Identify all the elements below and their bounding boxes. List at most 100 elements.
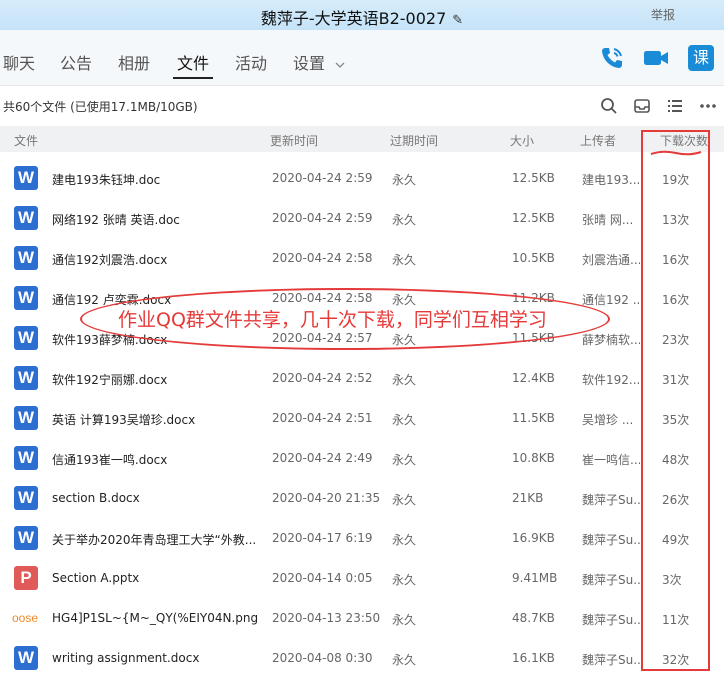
title-bar: 魏萍子-大学英语B2-0027 ✎ 举报 <box>0 0 724 30</box>
file-size: 12.5KB <box>512 171 555 185</box>
file-updated: 2020-04-24 2:51 <box>272 411 373 425</box>
file-row[interactable]: W 英语 计算193吴增珍.docx 2020-04-24 2:51 永久 11.5KB… <box>0 398 724 438</box>
file-expires: 永久 <box>392 173 417 187</box>
edit-name-icon[interactable]: ✎ <box>452 13 463 28</box>
column-size[interactable]: 大小 <box>510 132 534 149</box>
file-name[interactable]: 网络192 张晴 英语.doc <box>52 211 262 228</box>
file-expires: 永久 <box>392 613 417 627</box>
file-uploader: 建电193... <box>582 173 640 187</box>
file-expires: 永久 <box>392 413 417 427</box>
file-updated: 2020-04-08 0:30 <box>272 651 373 665</box>
file-uploader: 魏萍子Su... <box>582 613 640 627</box>
word-doc-icon: W <box>14 206 38 230</box>
file-name[interactable]: 建电193朱钰坤.doc <box>52 171 262 188</box>
inbox-icon[interactable] <box>633 97 651 115</box>
column-file[interactable]: 文件 <box>14 132 38 149</box>
annotation-rectangle <box>641 130 710 671</box>
file-updated: 2020-04-20 21:35 <box>272 491 381 505</box>
tab-files[interactable]: 文件 <box>177 50 209 74</box>
file-size: 16.1KB <box>512 651 555 665</box>
file-uploader: 魏萍子Su... <box>582 493 640 507</box>
file-updated: 2020-04-24 2:49 <box>272 451 373 465</box>
column-updated[interactable]: 更新时间 <box>270 132 318 149</box>
list-view-icon[interactable] <box>666 97 684 115</box>
file-uploader: 刘震浩通... <box>582 253 640 267</box>
active-tab-indicator <box>173 77 213 79</box>
file-size: 9.41MB <box>512 571 558 585</box>
file-updated: 2020-04-24 2:52 <box>272 371 373 385</box>
file-expires: 永久 <box>392 533 417 547</box>
file-expires: 永久 <box>392 453 417 467</box>
word-doc-icon: W <box>14 166 38 190</box>
phone-icon[interactable] <box>599 45 625 71</box>
file-size: 12.4KB <box>512 371 555 385</box>
word-doc-icon: W <box>14 486 38 510</box>
report-link[interactable]: 举报 <box>651 6 675 23</box>
file-size: 12.5KB <box>512 211 555 225</box>
ppt-icon: P <box>14 566 38 590</box>
more-icon[interactable] <box>699 97 717 115</box>
annotation-underline <box>650 150 702 156</box>
video-camera-icon[interactable] <box>643 45 669 71</box>
file-row[interactable]: P Section A.pptx 2020-04-14 0:05 永久 9.41MB 魏萍… <box>0 558 724 598</box>
file-name[interactable]: HG4]P1SL~{M~_QY(%EIY04N.png <box>52 611 262 625</box>
file-size: 48.7KB <box>512 611 555 625</box>
file-updated: 2020-04-17 6:19 <box>272 531 373 545</box>
word-doc-icon: W <box>14 446 38 470</box>
file-row[interactable]: W 建电193朱钰坤.doc 2020-04-24 2:59 永久 12.5KB 建电19… <box>0 158 724 198</box>
file-row[interactable]: W 通信192刘震浩.docx 2020-04-24 2:58 永久 10.5KB 刘震浩… <box>0 238 724 278</box>
tab-chat[interactable]: 聊天 <box>3 50 35 74</box>
file-updated: 2020-04-24 2:59 <box>272 211 373 225</box>
word-doc-icon: W <box>14 326 38 350</box>
annotation-text: 作业QQ群文件共享，几十次下载，同学们互相学习 <box>118 309 547 331</box>
file-expires: 永久 <box>392 373 417 387</box>
file-uploader: 通信192 ... <box>582 293 640 307</box>
class-button[interactable]: 课 <box>688 45 714 71</box>
column-expires[interactable]: 过期时间 <box>390 132 438 149</box>
file-row[interactable]: W 信通193崔一鸣.docx 2020-04-24 2:49 永久 10.8KB 崔一鸣… <box>0 438 724 478</box>
file-expires: 永久 <box>392 653 417 667</box>
file-name[interactable]: 软件192宁丽娜.docx <box>52 371 262 388</box>
word-doc-icon: W <box>14 406 38 430</box>
window-title: 魏萍子-大学英语B2-0027 ✎ <box>0 5 724 29</box>
file-name[interactable]: 信通193崔一鸣.docx <box>52 451 262 468</box>
file-size: 21KB <box>512 491 544 505</box>
file-uploader: 魏萍子Su... <box>582 653 640 667</box>
file-row[interactable]: Wwriting assignment.docx 2020-04-08 0:30 永… <box>0 638 724 678</box>
search-icon[interactable] <box>600 97 618 115</box>
word-doc-icon: W <box>14 366 38 390</box>
tab-announcements[interactable]: 公告 <box>60 50 92 74</box>
file-uploader: 崔一鸣信... <box>582 453 640 467</box>
file-row[interactable]: W 关于举办2020年青岛理工大学“外教... 2020-04-17 6:19 永久 1… <box>0 518 724 558</box>
word-doc-icon: W <box>14 646 38 670</box>
word-doc-icon: W <box>14 286 38 310</box>
word-doc-icon: W <box>14 526 38 550</box>
column-uploader[interactable]: 上传者 <box>580 132 616 149</box>
file-updated: 2020-04-14 0:05 <box>272 571 373 585</box>
tab-album[interactable]: 相册 <box>118 50 150 74</box>
file-size: 10.8KB <box>512 451 555 465</box>
file-row[interactable]: oose i HG4]P1SL~{M~_QY(%EIY04N.png 2020-04… <box>0 598 724 638</box>
file-name[interactable]: Section A.pptx <box>52 571 262 585</box>
chevron-down-icon <box>335 62 345 68</box>
tab-settings[interactable]: 设置 <box>293 50 345 74</box>
tab-activities[interactable]: 活动 <box>235 50 267 74</box>
file-expires: 永久 <box>392 253 417 267</box>
file-uploader: 软件192... <box>582 373 640 387</box>
file-row[interactable]: W 网络192 张晴 英语.doc 2020-04-24 2:59 永久 12.5KB 张… <box>0 198 724 238</box>
file-name[interactable]: section B.docx <box>52 491 262 505</box>
file-uploader: 吴增珍 ... <box>582 413 634 427</box>
file-row[interactable]: W 软件192宁丽娜.docx 2020-04-24 2:52 永久 12.4KB 软件1… <box>0 358 724 398</box>
file-name[interactable]: writing assignment.docx <box>52 651 262 665</box>
group-name: 魏萍子-大学英语B2-0027 <box>260 9 447 28</box>
table-header: 文件 更新时间 过期时间 大小 上传者 下载次数 <box>0 126 724 152</box>
file-row[interactable]: Wsection B.docx 2020-04-20 21:35 永久 21KB 魏萍子… <box>0 478 724 518</box>
file-uploader: 魏萍子Su... <box>582 533 640 547</box>
file-uploader: 薛梦楠软... <box>582 333 640 347</box>
file-name[interactable]: 英语 计算193吴增珍.docx <box>52 411 262 428</box>
file-name[interactable]: 关于举办2020年青岛理工大学“外教... <box>52 531 262 548</box>
file-updated: 2020-04-24 2:59 <box>272 171 373 185</box>
file-expires: 永久 <box>392 493 417 507</box>
file-name[interactable]: 通信192刘震浩.docx <box>52 251 262 268</box>
tab-settings-label: 设置 <box>293 54 326 73</box>
